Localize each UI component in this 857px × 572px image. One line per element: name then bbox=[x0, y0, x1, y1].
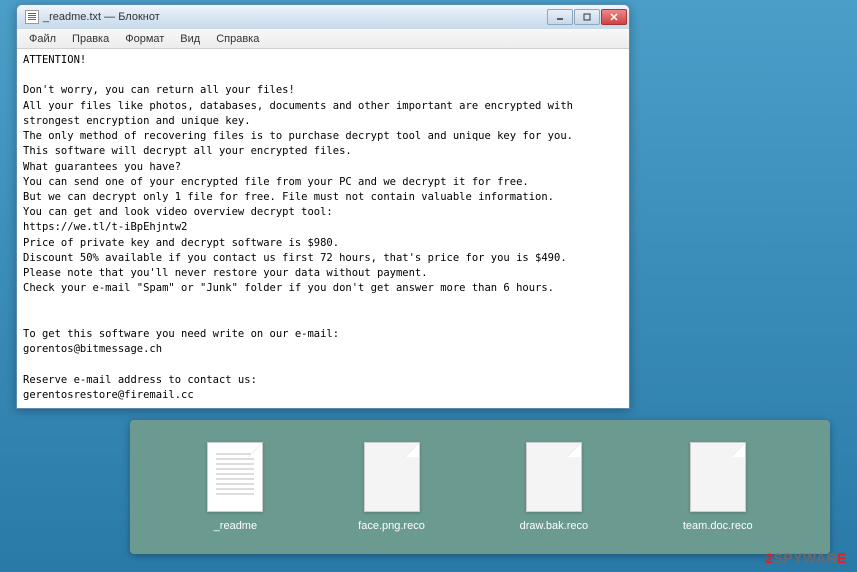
notepad-icon bbox=[25, 10, 39, 24]
file-icon bbox=[690, 442, 746, 512]
notepad-window: _readme.txt — Блокнот Файл Правка Формат… bbox=[16, 4, 630, 409]
note-heading: ATTENTION! bbox=[23, 54, 86, 66]
window-title: _readme.txt — Блокнот bbox=[43, 11, 547, 23]
menu-edit[interactable]: Правка bbox=[64, 31, 117, 47]
minimize-button[interactable] bbox=[547, 9, 573, 25]
window-controls bbox=[547, 9, 627, 25]
file-icon bbox=[364, 442, 420, 512]
menu-view[interactable]: Вид bbox=[172, 31, 208, 47]
file-item-face[interactable]: face.png.reco bbox=[358, 442, 425, 532]
watermark-suffix: E bbox=[837, 550, 847, 566]
file-item-readme[interactable]: _readme bbox=[207, 442, 263, 532]
file-item-draw[interactable]: draw.bak.reco bbox=[520, 442, 588, 532]
maximize-button[interactable] bbox=[574, 9, 600, 25]
menu-format[interactable]: Формат bbox=[117, 31, 172, 47]
note-body: Don't worry, you can return all your fil… bbox=[23, 84, 579, 408]
watermark-text: SPYWAR bbox=[773, 550, 837, 566]
file-label: team.doc.reco bbox=[683, 520, 753, 532]
menu-file[interactable]: Файл bbox=[21, 31, 64, 47]
file-icon bbox=[207, 442, 263, 512]
files-panel: _readme face.png.reco draw.bak.reco team… bbox=[130, 420, 830, 554]
file-label: face.png.reco bbox=[358, 520, 425, 532]
file-label: draw.bak.reco bbox=[520, 520, 588, 532]
close-button[interactable] bbox=[601, 9, 627, 25]
menubar: Файл Правка Формат Вид Справка bbox=[17, 29, 629, 49]
titlebar[interactable]: _readme.txt — Блокнот bbox=[17, 5, 629, 29]
file-icon bbox=[526, 442, 582, 512]
notepad-textarea[interactable]: ATTENTION! Don't worry, you can return a… bbox=[17, 49, 629, 408]
file-label: _readme bbox=[214, 520, 257, 532]
menu-help[interactable]: Справка bbox=[208, 31, 267, 47]
watermark: 2SPYWARE bbox=[765, 550, 847, 566]
file-item-team[interactable]: team.doc.reco bbox=[683, 442, 753, 532]
